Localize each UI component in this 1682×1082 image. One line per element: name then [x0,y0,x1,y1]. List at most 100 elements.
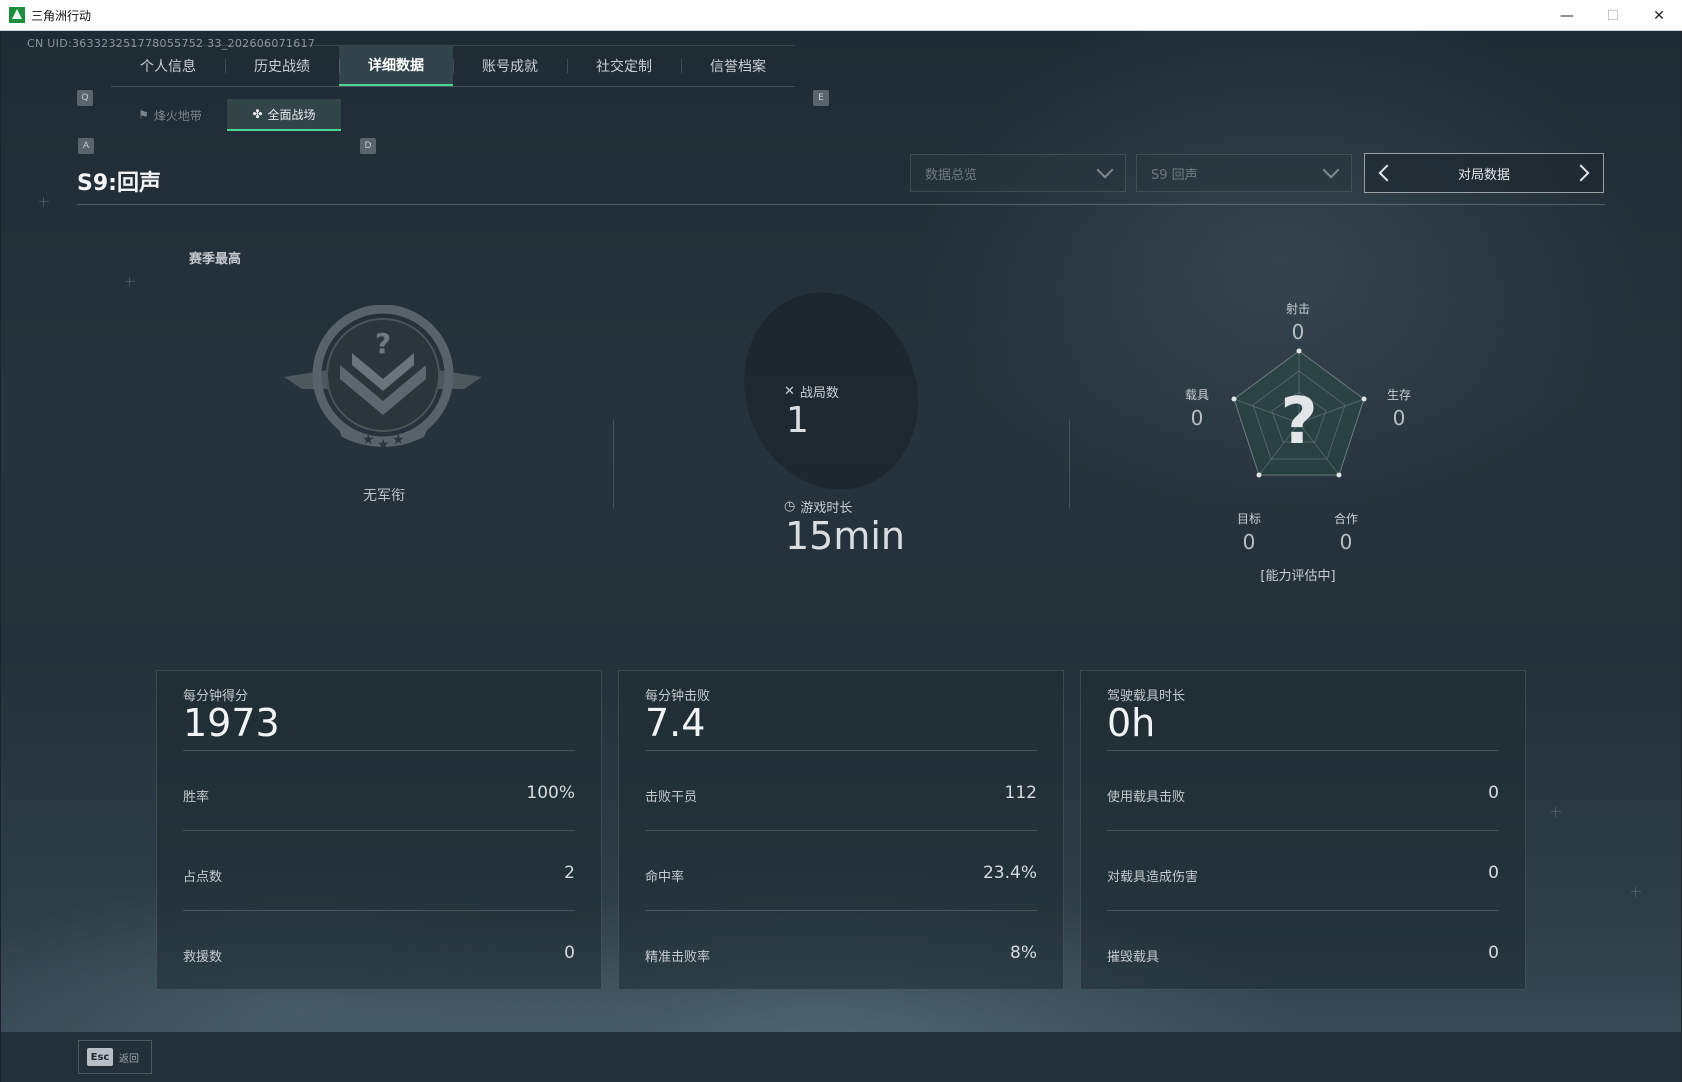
data-type-pager: 对局数据 [1364,153,1604,193]
subtab-next-key-hint: D [360,138,376,154]
stat-row-label: 命中率 [645,870,685,885]
chevron-right-icon[interactable] [1572,164,1590,182]
radar-value-objective: 0 [1242,530,1256,554]
header-divider [77,204,1605,205]
radar-label-shooting: 射击 [1285,302,1310,316]
flag-icon: ⚑ [138,108,149,122]
panel-divider [183,830,575,831]
stat-row-value: 23.4% [982,863,1037,883]
esc-key-hint: Esc [87,1048,113,1066]
rank-name: 无军衔 [363,488,405,504]
season-dropdown-value: S9 回声 [1151,167,1198,183]
radar-value-teamwork: 0 [1339,530,1353,554]
tab-personal-info[interactable]: 个人信息 [111,46,225,86]
subtab-operations[interactable]: ⚑ 烽火地带 [113,99,227,131]
chevron-left-icon[interactable] [1378,164,1396,182]
stat-row-value: 2 [564,863,575,883]
tab-detailed-data[interactable]: 详细数据 [339,46,453,86]
decor-cross-icon [39,197,49,207]
stat-row-label: 摧毁载具 [1107,950,1160,965]
radar-value-shooting: 0 [1291,320,1305,344]
panel-big-value: 1973 [183,701,280,745]
ability-status: [能力评估中] [1260,569,1336,584]
overview-dropdown-value: 数据总览 [925,167,978,183]
radar-label-objective: 目标 [1236,512,1261,526]
tab-reputation-record[interactable]: 信誉档案 [681,46,795,86]
battlefield-icon: ✤ [252,107,263,121]
panel-divider [1107,830,1499,831]
chevron-down-icon [1096,161,1114,179]
section-divider [1069,420,1070,508]
svg-text:★: ★ [392,432,405,448]
matches-label-text: 战局数 [799,386,839,401]
radar-center-symbol: ? [1280,385,1317,459]
window-title: 三角洲行动 [31,8,92,23]
stat-row-value: 0 [1488,943,1499,963]
panel-divider [645,750,1037,751]
stat-row-value: 0 [1488,863,1499,883]
clock-icon: ◷ [784,499,796,514]
stat-row-label: 使用载具击败 [1107,790,1186,805]
mode-subtabs: ⚑ 烽火地带 ✤ 全面战场 [113,99,341,131]
decor-cross-icon [1631,887,1641,897]
back-label: 返回 [119,1053,139,1065]
stat-row-label: 胜率 [183,790,210,805]
footer-bar [1,1032,1681,1082]
stat-row-value: 112 [1004,783,1037,803]
tab-prev-key-hint: Q [77,90,93,106]
section-divider [613,420,614,508]
playtime-value: 15min [785,514,906,558]
stat-row-label: 占点数 [183,870,223,885]
panel-divider [183,750,575,751]
season-dropdown[interactable]: S9 回声 [1136,154,1352,192]
tab-next-key-hint: E [813,90,829,106]
stat-row-label: 击败干员 [645,790,698,805]
panel-divider [1107,910,1499,911]
matches-stat-label: ✕ 战局数 [784,382,839,401]
crossed-swords-icon: ✕ [784,384,795,399]
vehicle-panel: 驾驶载具时长 0h 使用载具击败 0 对载具造成伤害 0 摧毁载具 0 [1080,670,1526,990]
chevron-down-icon [1322,161,1340,179]
stat-row-value: 0 [564,943,575,963]
radar-label-survival: 生存 [1386,388,1411,402]
subtab-prev-key-hint: A [78,138,94,154]
back-button[interactable]: Esc 返回 [78,1040,152,1074]
panel-divider [645,910,1037,911]
rank-emblem-icon: ? ★ ★ ★ [284,305,482,453]
pager-label: 对局数据 [1457,167,1510,183]
subtab-operations-label: 烽火地带 [153,108,202,123]
main-tabs: 个人信息 历史战绩 详细数据 账号成就 社交定制 信誉档案 [111,45,795,87]
radar-value-vehicle: 0 [1190,406,1204,430]
svg-text:★: ★ [377,437,390,453]
decor-cross-icon [125,277,135,287]
stat-row-label: 救援数 [183,950,223,965]
panel-divider [645,830,1037,831]
subtab-warfare-label: 全面战场 [267,107,316,122]
stat-row-value: 8% [1010,943,1037,963]
radar-label-vehicle: 载具 [1184,388,1209,402]
stat-row-value: 100% [526,783,575,803]
panel-divider [183,910,575,911]
score-panel: 每分钟得分 1973 胜率 100% 占点数 2 救援数 0 [156,670,602,990]
stat-row-label: 精准击败率 [645,950,711,965]
app-logo-icon [9,7,25,23]
tab-social-customization[interactable]: 社交定制 [567,46,681,86]
decor-cross-icon [1551,807,1561,817]
season-title: S9:回声 [77,171,161,196]
tab-account-achievements[interactable]: 账号成就 [453,46,567,86]
close-button[interactable]: ✕ [1636,0,1682,31]
stat-row-label: 对载具造成伤害 [1107,870,1199,885]
panel-big-value: 0h [1107,701,1156,745]
svg-text:★: ★ [362,432,375,448]
season-best-label: 赛季最高 [189,252,242,267]
kills-panel: 每分钟击败 7.4 击败干员 112 命中率 23.4% 精准击败率 8% [618,670,1064,990]
tab-match-history[interactable]: 历史战绩 [225,46,339,86]
subtab-warfare[interactable]: ✤ 全面战场 [227,99,341,131]
overview-dropdown[interactable]: 数据总览 [910,154,1126,192]
svg-text:?: ? [375,327,391,360]
radar-value-survival: 0 [1392,406,1406,430]
maximize-button[interactable]: ☐ [1590,0,1636,31]
panel-big-value: 7.4 [645,701,706,745]
minimize-button[interactable]: — [1544,0,1590,31]
radar-label-teamwork: 合作 [1333,512,1358,526]
